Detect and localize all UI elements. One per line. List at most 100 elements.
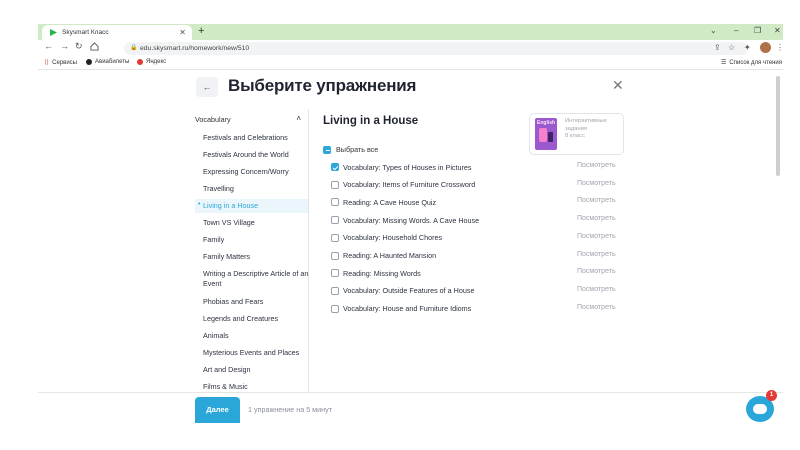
- screen: Skysmart Класс ✕ + ⌄ – ❐ ✕ ← → ↻ 🔒 edu.s…: [0, 0, 800, 450]
- address-bar[interactable]: 🔒 edu.skysmart.ru/homework/new/510: [124, 42, 748, 55]
- page-scrollbar[interactable]: [776, 76, 780, 176]
- card-text: Интерактивные задания 8 класс: [565, 118, 607, 141]
- exercise-checkbox[interactable]: [331, 269, 339, 278]
- browser-tab-strip: Skysmart Класс ✕ + ⌄ – ❐ ✕: [38, 24, 783, 40]
- tab-title: Skysmart Класс: [62, 29, 109, 36]
- selection-summary: 1 упражнение на 5 минут: [248, 405, 332, 414]
- exercise-checkbox[interactable]: [331, 304, 339, 313]
- sidebar-topic[interactable]: Expressing Concern/Worry: [203, 167, 308, 177]
- card-line: Интерактивные: [565, 118, 607, 124]
- sidebar-topic[interactable]: Legends and Creatures: [203, 314, 308, 324]
- exercise-row[interactable]: Vocabulary: Household Chores Посмотреть: [331, 232, 623, 244]
- bookmark-avia[interactable]: Авиабилеты: [86, 59, 129, 65]
- exercise-row[interactable]: Reading: Missing Words Посмотреть: [331, 267, 623, 279]
- view-link[interactable]: Посмотреть: [577, 197, 616, 204]
- share-icon[interactable]: ⇪: [714, 43, 721, 52]
- sidebar-topic[interactable]: Family Matters: [203, 252, 308, 262]
- sidebar-topic[interactable]: Films & Music: [203, 382, 308, 392]
- select-all-row[interactable]: Выбрать все: [323, 145, 378, 154]
- sidebar-topic[interactable]: Festivals and Celebrations: [203, 133, 308, 143]
- view-link[interactable]: Посмотреть: [577, 304, 616, 311]
- bookmarks-bar: ⠿ Сервисы Авиабилеты Яндекс ☰ Список для…: [38, 56, 783, 70]
- chat-bubble-icon: [753, 404, 767, 414]
- sidebar-topic[interactable]: Festivals Around the World: [203, 150, 308, 160]
- exercise-title: Vocabulary: Missing Words. A Cave House: [343, 215, 480, 225]
- footer-bar: Далее 1 упражнение на 5 минут: [38, 392, 783, 423]
- url-text: edu.skysmart.ru/homework/new/510: [140, 45, 250, 52]
- textbook-card[interactable]: English Интерактивные задания 8 класс: [529, 113, 624, 155]
- exercise-checkbox[interactable]: [331, 251, 339, 260]
- back-button[interactable]: ←: [196, 77, 218, 97]
- exercise-checkbox[interactable]: [331, 198, 339, 207]
- close-icon[interactable]: ✕: [612, 77, 624, 94]
- extensions-icon[interactable]: ✦: [744, 43, 751, 52]
- exercise-checkbox[interactable]: [331, 216, 339, 225]
- bookmark-label: Яндекс: [146, 59, 167, 65]
- next-button[interactable]: Далее: [195, 397, 240, 423]
- view-link[interactable]: Посмотреть: [577, 233, 616, 240]
- minimize-icon[interactable]: –: [734, 26, 738, 35]
- forward-arrow-icon[interactable]: →: [60, 41, 69, 51]
- menu-icon[interactable]: ⋮: [776, 43, 784, 52]
- sidebar-topic[interactable]: Mysterious Events and Places: [203, 348, 308, 358]
- book-cover: English: [535, 118, 557, 150]
- exercise-row[interactable]: Reading: A Haunted Mansion Посмотреть: [331, 250, 623, 262]
- select-all-checkbox[interactable]: [323, 145, 331, 154]
- browser-toolbar: ← → ↻ 🔒 edu.skysmart.ru/homework/new/510…: [38, 40, 784, 56]
- browser-tab[interactable]: Skysmart Класс ✕: [42, 25, 192, 40]
- reload-icon[interactable]: ↻: [75, 41, 83, 52]
- sidebar-topic[interactable]: Art and Design: [203, 365, 308, 375]
- exercise-row[interactable]: Vocabulary: House and Furniture Idioms По…: [331, 303, 623, 315]
- page: ← Выберите упражнения ✕ Vocabulary ˄ Fes…: [38, 71, 783, 421]
- sidebar-topic[interactable]: Animals: [203, 331, 308, 341]
- sidebar-topic[interactable]: Family: [203, 235, 308, 245]
- section-title: Living in a House: [323, 115, 419, 127]
- exercise-row[interactable]: Vocabulary: Outside Features of a House П…: [331, 285, 623, 297]
- bookmark-star-icon[interactable]: ☆: [728, 43, 735, 52]
- back-arrow-icon[interactable]: ←: [44, 41, 53, 51]
- view-link[interactable]: Посмотреть: [577, 251, 616, 258]
- view-link[interactable]: Посмотреть: [577, 286, 616, 293]
- lock-icon: 🔒: [130, 45, 138, 51]
- reading-list[interactable]: ☰ Список для чтения: [721, 59, 782, 67]
- exercise-title: Vocabulary: Household Chores: [343, 233, 443, 243]
- exercise-row[interactable]: Vocabulary: Items of Furniture Crossword…: [331, 179, 623, 191]
- new-tab-button[interactable]: +: [198, 25, 204, 38]
- sidebar-topic[interactable]: Writing a Descriptive Article of an Even…: [203, 269, 308, 289]
- tab-search-icon[interactable]: ⌄: [710, 26, 717, 35]
- chevron-up-icon: ˄: [296, 114, 301, 123]
- exercise-row[interactable]: Reading: A Cave House Quiz Посмотреть: [331, 196, 623, 208]
- exercise-checkbox[interactable]: [331, 180, 339, 189]
- cover-figure: [539, 128, 547, 142]
- sidebar-topic[interactable]: Living in a House: [203, 201, 308, 211]
- sidebar-topic[interactable]: Phobias and Fears: [203, 297, 308, 307]
- chat-button[interactable]: 1: [746, 390, 777, 422]
- view-link[interactable]: Посмотреть: [577, 180, 616, 187]
- view-link[interactable]: Посмотреть: [577, 268, 616, 275]
- yandex-icon: [137, 59, 143, 65]
- exercise-checkbox[interactable]: [331, 286, 339, 295]
- close-window-icon[interactable]: ✕: [774, 26, 781, 35]
- view-link[interactable]: Посмотреть: [577, 215, 616, 222]
- exercise-row[interactable]: Vocabulary: Types of Houses in Pictures П…: [331, 161, 623, 173]
- view-link[interactable]: Посмотреть: [577, 162, 616, 169]
- bookmark-services[interactable]: ⠿ Сервисы: [44, 59, 77, 67]
- sidebar-topic[interactable]: Town VS Village: [203, 218, 308, 228]
- bookmark-yandex[interactable]: Яндекс: [137, 59, 166, 65]
- close-tab-icon[interactable]: ✕: [179, 28, 186, 37]
- avatar[interactable]: [760, 42, 771, 53]
- exercise-title: Reading: Missing Words: [343, 268, 421, 278]
- skysmart-favicon-icon: [50, 29, 57, 36]
- exercise-row[interactable]: Vocabulary: Missing Words. A Cave House П…: [331, 214, 623, 226]
- sidebar-heading[interactable]: Vocabulary ˄: [195, 114, 305, 124]
- maximize-icon[interactable]: ❐: [754, 26, 761, 35]
- apps-grid-icon: ⠿: [44, 60, 50, 67]
- exercise-title: Reading: A Haunted Mansion: [343, 251, 437, 260]
- sidebar-topic[interactable]: Travelling: [203, 184, 308, 194]
- active-bullet-icon: •: [198, 201, 201, 208]
- exercise-checkbox[interactable]: [331, 163, 339, 171]
- exercise-checkbox[interactable]: [331, 233, 339, 242]
- exercise-title: Vocabulary: Types of Houses in Pictures: [343, 162, 472, 172]
- home-icon[interactable]: [90, 42, 99, 53]
- exercise-title: Vocabulary: House and Furniture Idioms: [343, 304, 472, 314]
